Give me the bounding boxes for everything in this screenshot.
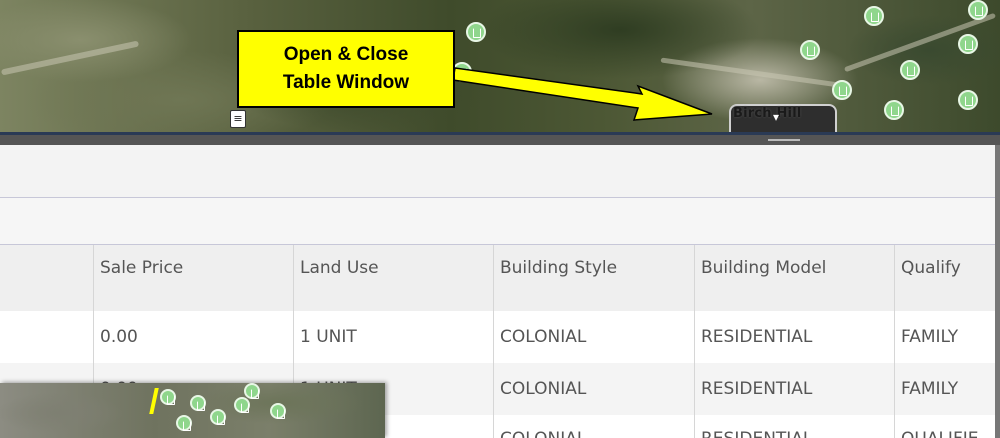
- table-cell: 1 UNIT: [293, 311, 493, 363]
- table-cell: RESIDENTIAL: [694, 415, 894, 438]
- header-land-use[interactable]: Land Use: [293, 245, 493, 311]
- map-view[interactable]: ≡ Birch Hill ▾ Open & Close Table Window: [0, 0, 1000, 134]
- table-cell: COLONIAL: [493, 415, 694, 438]
- table-title-bar: [0, 145, 995, 198]
- table-cell: 0.00: [93, 311, 293, 363]
- grip-handle-icon[interactable]: [768, 139, 800, 141]
- header-sale-price[interactable]: Sale Price: [93, 245, 293, 311]
- house-marker-icon: [244, 383, 260, 399]
- callout-line-1: Open & Close: [283, 44, 409, 65]
- header-building-style[interactable]: Building Style: [493, 245, 694, 311]
- table-cell: RESIDENTIAL: [694, 363, 894, 415]
- house-marker-icon: [160, 389, 176, 405]
- callout-line-2: Table Window: [282, 72, 410, 93]
- overview-map-inset[interactable]: [0, 383, 385, 438]
- house-marker-icon: [190, 395, 206, 411]
- house-marker-icon: [234, 397, 250, 413]
- header-qualify[interactable]: Qualify: [894, 245, 995, 311]
- table-cell: QUALIFIE: [894, 415, 995, 438]
- table-cell: COLONIAL: [493, 363, 694, 415]
- callout-arrow: [452, 67, 713, 121]
- house-marker-icon: [176, 415, 192, 431]
- table-cell: RESIDENTIAL: [694, 311, 894, 363]
- table-row[interactable]: 0.00 1 UNIT COLONIAL RESIDENTIAL FAMILY: [0, 311, 995, 363]
- header-cell-hidden: [0, 245, 93, 311]
- table-header: Sale Price Land Use Building Style Build…: [0, 245, 995, 311]
- arrow-shape: [452, 67, 713, 121]
- annotation-callout: Open & Close Table Window: [237, 30, 455, 108]
- header-building-model[interactable]: Building Model: [694, 245, 894, 311]
- table-cell: FAMILY: [894, 363, 995, 415]
- panel-right-edge: [995, 145, 1000, 438]
- table-cell: COLONIAL: [493, 311, 694, 363]
- panel-resize-bar[interactable]: [0, 135, 1000, 145]
- table-cell: [0, 311, 93, 363]
- table-toolbar: [0, 198, 995, 245]
- house-marker-icon: [210, 409, 226, 425]
- house-marker-icon: [270, 403, 286, 419]
- table-cell: FAMILY: [894, 311, 995, 363]
